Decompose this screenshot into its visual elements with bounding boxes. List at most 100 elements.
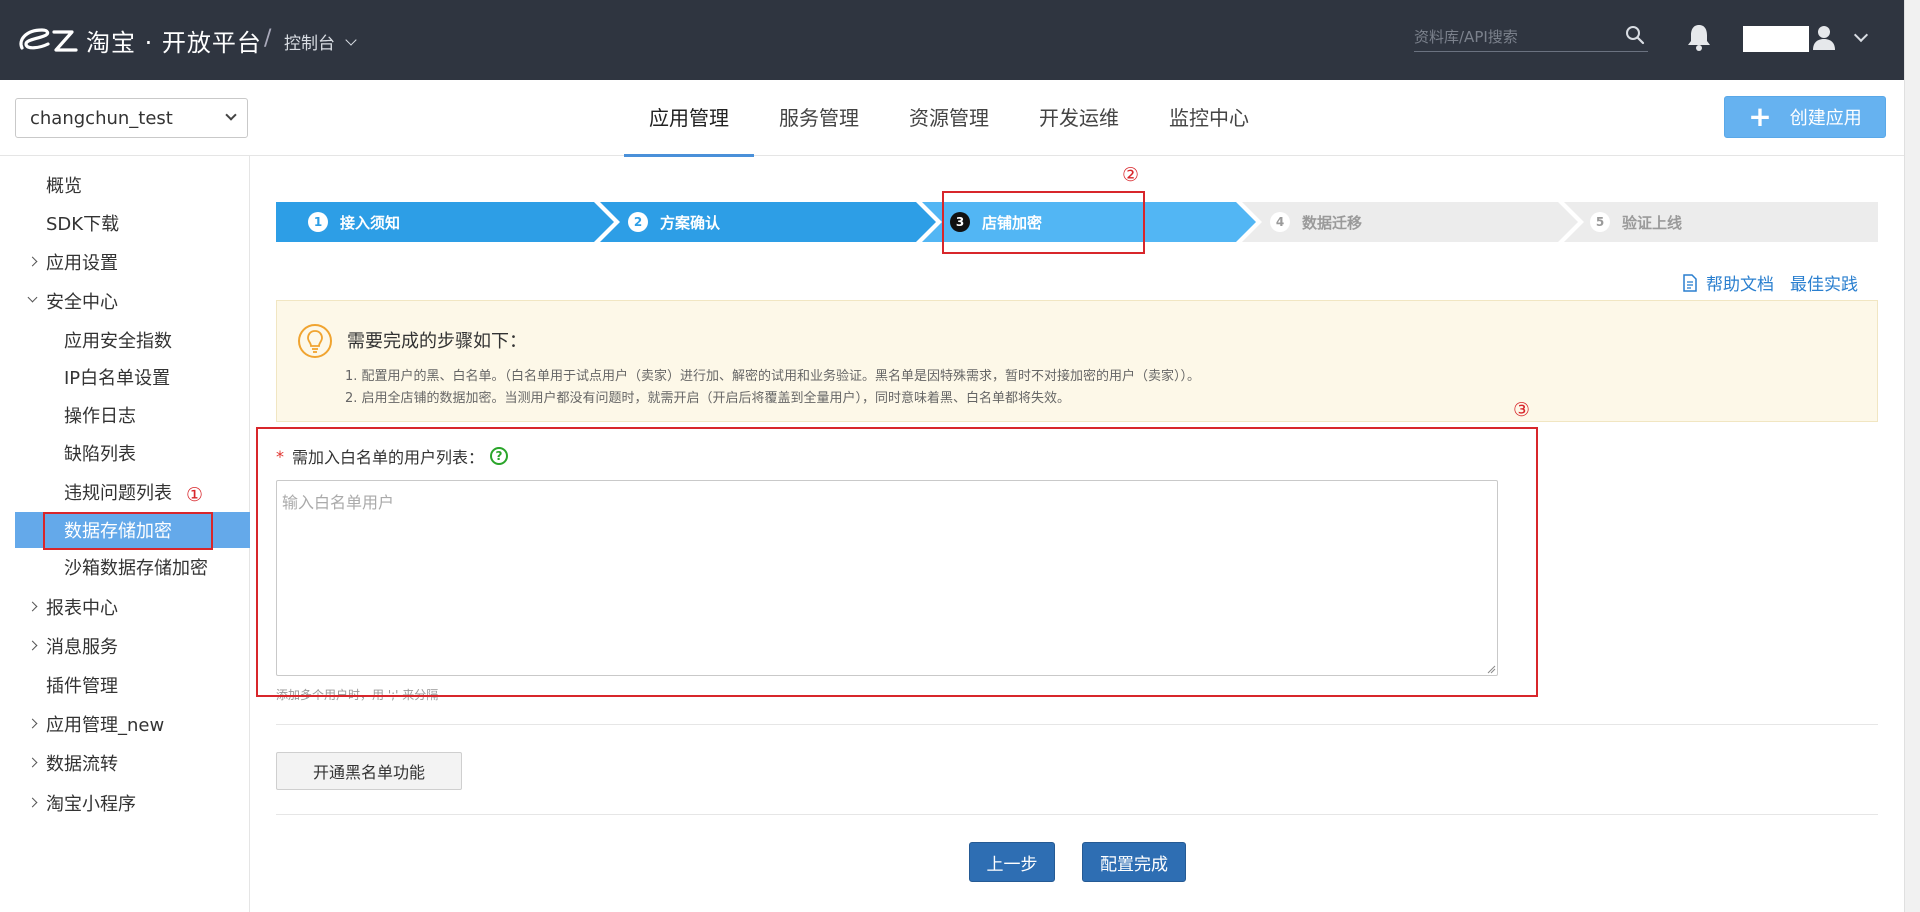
step-number: 2	[628, 212, 648, 232]
sidebar-item-label: 应用设置	[46, 253, 118, 274]
notice-panel: 需要完成的步骤如下： 1. 配置用户的黑、白名单。（白名单用于试点用户（卖家）进…	[276, 300, 1878, 422]
bell-icon[interactable]	[1686, 22, 1712, 52]
sidebar-item-label: 缺陷列表	[64, 444, 136, 465]
annotation-number-3: ③	[1513, 399, 1531, 421]
sidebar-item-sdk-download[interactable]: SDK下载	[15, 205, 250, 241]
annotation-number-2: ②	[1122, 164, 1140, 186]
sidebar-item-data-flow[interactable]: 数据流转	[15, 745, 250, 781]
step-4[interactable]: 4 数据迁移	[1270, 202, 1362, 242]
api-search	[1414, 22, 1648, 52]
sidebar-item-sandbox-storage-encryption[interactable]: 沙箱数据存储加密	[15, 549, 250, 585]
sidebar-item-label: 违规问题列表	[64, 483, 172, 504]
lightbulb-icon	[297, 323, 333, 359]
sidebar-item-app-settings[interactable]: 应用设置	[15, 244, 250, 280]
sidebar-item-overview[interactable]: 概览	[15, 167, 250, 203]
step-number: 5	[1590, 212, 1610, 232]
nav-monitoring[interactable]: 监控中心	[1144, 80, 1274, 156]
search-icon[interactable]	[1624, 24, 1646, 46]
best-practice-link[interactable]: 最佳实践	[1790, 270, 1858, 295]
sidebar-item-app-management-new[interactable]: 应用管理_new	[15, 706, 250, 742]
chevron-down-icon	[345, 33, 357, 46]
document-icon	[1682, 273, 1698, 292]
nav-resource-management[interactable]: 资源管理	[884, 80, 1014, 156]
sidebar-item-defect-list[interactable]: 缺陷列表	[15, 435, 250, 471]
chevron-down-icon	[27, 292, 38, 303]
user-avatar-icon[interactable]	[1812, 24, 1836, 52]
chevron-right-icon	[27, 797, 38, 808]
chevron-right-icon	[27, 718, 38, 729]
alibaba-logo-icon	[14, 22, 80, 58]
console-label: 控制台	[284, 34, 335, 54]
step-number: 4	[1270, 212, 1290, 232]
app-selector[interactable]: changchun_test	[15, 98, 248, 138]
finish-config-button[interactable]: 配置完成	[1082, 842, 1186, 882]
step-5[interactable]: 5 验证上线	[1590, 202, 1682, 242]
chevron-right-icon	[27, 640, 38, 651]
sidebar-item-label: 插件管理	[46, 676, 118, 697]
divider	[276, 814, 1878, 815]
nav-service-management[interactable]: 服务管理	[754, 80, 884, 156]
annotation-box-1	[43, 512, 213, 550]
chevron-right-icon	[27, 757, 38, 768]
annotation-box-2	[942, 191, 1145, 254]
sidebar-item-operation-log[interactable]: 操作日志	[15, 397, 250, 433]
sidebar-item-label: SDK下载	[46, 214, 120, 235]
sub-nav-bar: changchun_test 应用管理 服务管理 资源管理 开发运维 监控中心 …	[0, 80, 1904, 157]
notice-title: 需要完成的步骤如下：	[347, 331, 527, 352]
notice-line-2: 2. 启用全店铺的数据加密。当测用户都没有问题时，就需开启（开启后将覆盖到全量用…	[345, 391, 1071, 406]
sidebar-item-label: IP白名单设置	[64, 368, 171, 389]
sidebar-item-message-service[interactable]: 消息服务	[15, 628, 250, 664]
sidebar-item-security-center[interactable]: 安全中心	[15, 283, 250, 319]
brand-logo[interactable]: 淘宝 · 开放平台	[14, 22, 262, 58]
top-bar: 淘宝 · 开放平台 / 控制台	[0, 0, 1920, 80]
sidebar-item-label: 应用安全指数	[64, 331, 172, 352]
divider	[276, 724, 1878, 725]
header-separator: /	[264, 26, 272, 51]
step-number: 1	[308, 212, 328, 232]
username-mask	[1743, 26, 1809, 52]
app-selector-value: changchun_test	[30, 107, 173, 129]
annotation-number-1: ①	[186, 484, 204, 506]
prev-step-button[interactable]: 上一步	[969, 842, 1055, 882]
help-doc-link[interactable]: 帮助文档	[1706, 270, 1774, 295]
sidebar-item-label: 安全中心	[46, 292, 118, 313]
help-links: 帮助文档 最佳实践	[1682, 270, 1858, 295]
step-label: 方案确认	[660, 213, 721, 232]
plus-icon: +	[1748, 100, 1772, 133]
sidebar-item-label: 数据流转	[46, 754, 118, 775]
step-1[interactable]: 1 接入须知	[308, 202, 400, 242]
create-app-label: 创建应用	[1789, 108, 1862, 129]
sidebar-item-label: 概览	[46, 176, 82, 197]
enable-blacklist-button[interactable]: 开通黑名单功能	[276, 752, 462, 790]
sidebar-item-plugin-management[interactable]: 插件管理	[15, 667, 250, 703]
step-label: 验证上线	[1622, 213, 1683, 232]
sidebar-item-label: 应用管理_new	[46, 715, 165, 736]
user-menu-chevron-icon[interactable]	[1853, 27, 1869, 43]
nav-dev-ops[interactable]: 开发运维	[1014, 80, 1144, 156]
sidebar-item-label: 报表中心	[46, 598, 118, 619]
step-label: 接入须知	[340, 213, 401, 232]
main-nav: 应用管理 服务管理 资源管理 开发运维 监控中心	[624, 80, 1274, 157]
notice-line-1: 1. 配置用户的黑、白名单。（白名单用于试点用户（卖家）进行加、解密的试用和业务…	[345, 369, 1201, 384]
api-search-input[interactable]	[1414, 27, 1614, 46]
sidebar-item-label: 操作日志	[64, 406, 136, 427]
nav-app-management[interactable]: 应用管理	[624, 80, 754, 157]
sidebar-item-app-security-index[interactable]: 应用安全指数	[15, 322, 250, 358]
sidebar-item-violation-list[interactable]: 违规问题列表	[15, 474, 250, 510]
scrollbar[interactable]	[1904, 0, 1920, 912]
chevron-right-icon	[27, 601, 38, 612]
sidebar-item-taobao-miniapp[interactable]: 淘宝小程序	[15, 785, 250, 821]
chevron-right-icon	[27, 256, 38, 267]
sidebar-item-ip-whitelist[interactable]: IP白名单设置	[15, 359, 250, 395]
sidebar-item-report-center[interactable]: 报表中心	[15, 589, 250, 625]
step-2[interactable]: 2 方案确认	[628, 202, 720, 242]
create-app-button[interactable]: + 创建应用	[1724, 96, 1886, 138]
chevron-down-icon	[225, 109, 237, 121]
sidebar-item-label: 沙箱数据存储加密	[64, 558, 208, 579]
console-dropdown[interactable]: 控制台	[284, 29, 357, 54]
annotation-box-3	[256, 427, 1538, 697]
sidebar-item-label: 消息服务	[46, 637, 118, 658]
step-label: 数据迁移	[1302, 213, 1363, 232]
brand-title: 淘宝 · 开放平台	[86, 28, 262, 57]
sidebar-item-label: 淘宝小程序	[46, 794, 136, 815]
